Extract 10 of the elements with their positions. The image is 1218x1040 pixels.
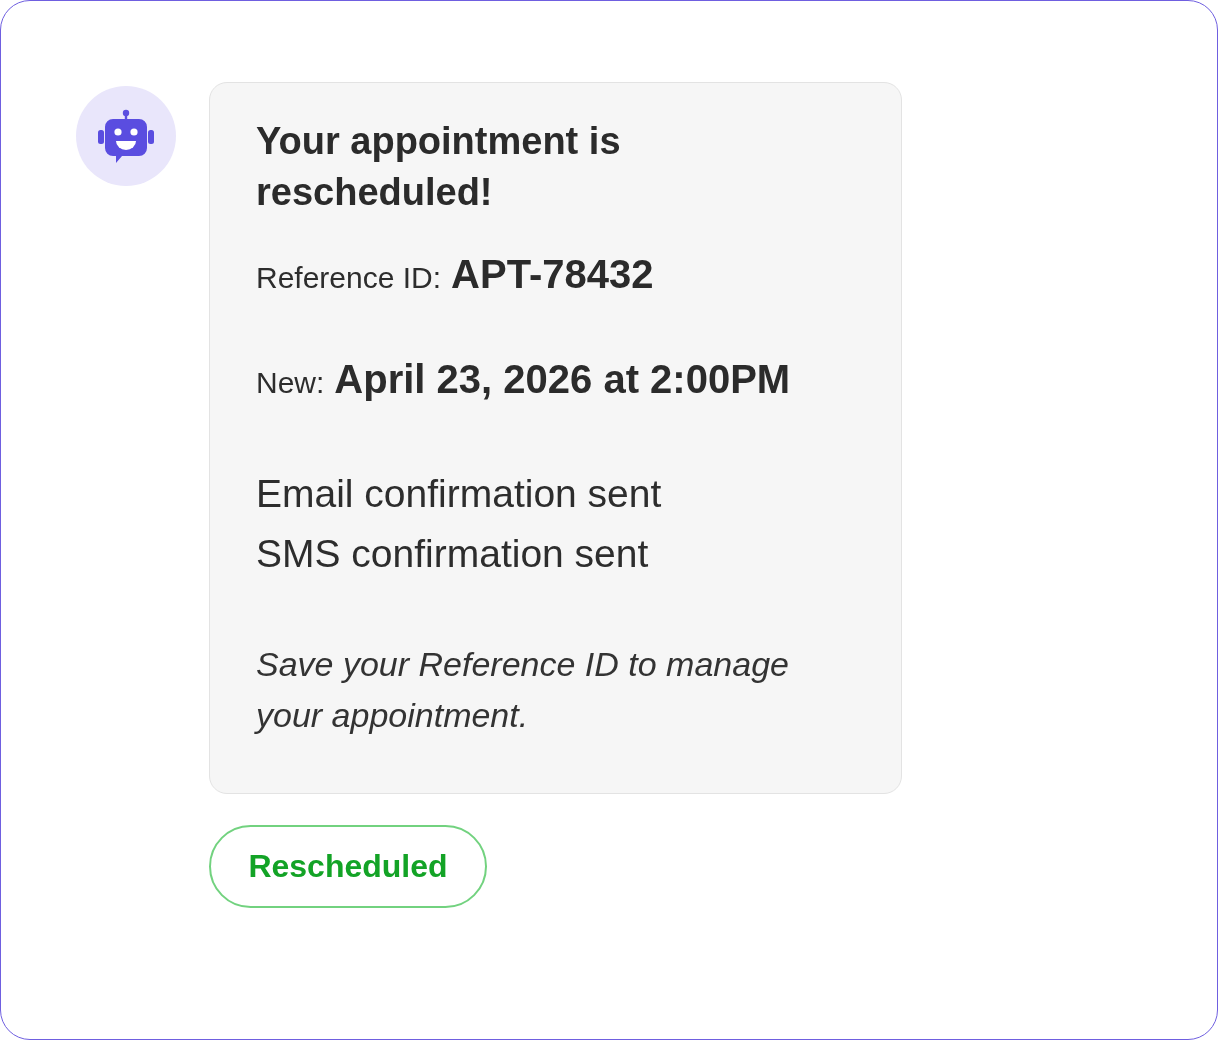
- detail-value: APT-78432: [451, 251, 654, 298]
- detail-label: Reference ID:: [256, 260, 442, 296]
- detail-label: New:: [256, 365, 325, 401]
- detail-value: April 23, 2026 at 2:00PM: [334, 356, 791, 403]
- note-text: Save your Reference ID to manage your appointment.: [256, 644, 790, 736]
- status-badge: Rescheduled: [209, 825, 487, 908]
- confirmation-text: SMS confirmation sent: [256, 531, 650, 577]
- confirmation-text: Email confirmation sent: [256, 471, 663, 517]
- message-title: Your appointment is rescheduled!: [256, 119, 622, 215]
- robot-icon: [76, 86, 176, 186]
